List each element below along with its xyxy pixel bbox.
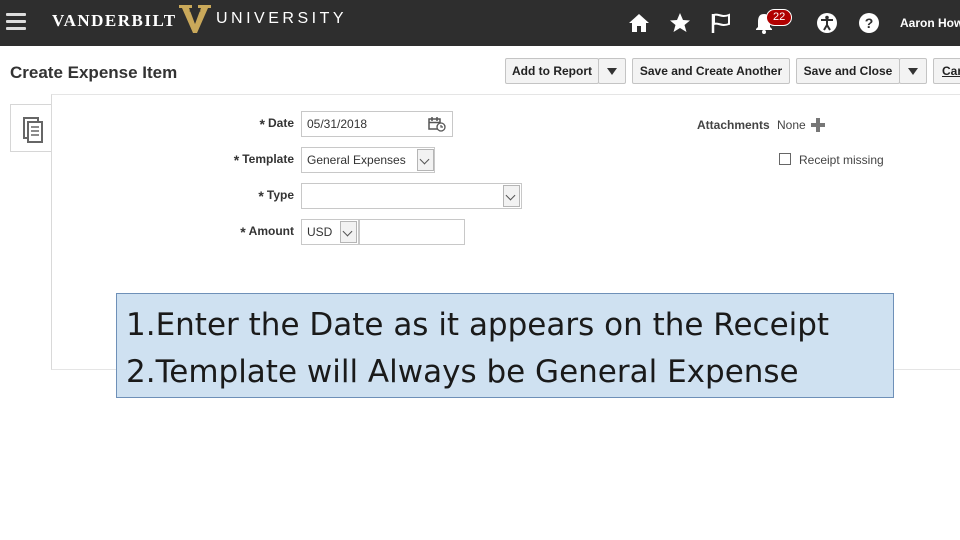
side-tab[interactable] — [10, 104, 52, 152]
page-title: Create Expense Item — [10, 63, 178, 82]
home-icon[interactable] — [627, 11, 651, 35]
amount-label: * Amount — [240, 224, 294, 240]
date-label: * Date — [259, 116, 294, 132]
add-to-report-menu-button[interactable] — [598, 58, 626, 84]
chevron-down-icon — [505, 190, 516, 201]
type-label: * Type — [258, 188, 294, 204]
chevron-down-icon — [342, 226, 353, 237]
save-and-close-button[interactable]: Save and Close — [796, 58, 900, 84]
type-dropdown-button[interactable] — [503, 185, 520, 207]
template-dropdown-button[interactable] — [417, 149, 434, 171]
date-value: 05/31/2018 — [307, 117, 368, 131]
cancel-button[interactable]: Can — [933, 58, 960, 84]
amount-input[interactable] — [359, 219, 465, 245]
chevron-down-icon — [419, 154, 430, 165]
chevron-down-icon — [908, 68, 918, 76]
chevron-down-icon — [607, 68, 617, 76]
currency-value: USD — [307, 225, 333, 239]
add-attachment-icon[interactable] — [811, 118, 825, 132]
template-label: * Template — [233, 152, 294, 168]
receipt-missing-label[interactable]: Receipt missing — [799, 153, 884, 167]
instruction-line-2: 2.Template will Always be General Expens… — [126, 354, 799, 390]
type-select[interactable] — [301, 183, 522, 209]
save-and-close-menu-button[interactable] — [899, 58, 927, 84]
attachments-value: None — [777, 118, 806, 132]
document-icon — [23, 117, 43, 143]
template-value: General Expenses — [307, 153, 406, 167]
brand-name-left: VANDERBILT — [52, 11, 177, 30]
attachments-label: Attachments — [697, 118, 770, 132]
currency-dropdown-button[interactable] — [340, 221, 357, 243]
top-navigation-bar: VANDERBILT UNIVERSITY 22 ? Aaron How — [0, 0, 960, 46]
save-and-create-another-button[interactable]: Save and Create Another — [632, 58, 790, 84]
svg-text:?: ? — [865, 15, 874, 31]
notification-badge[interactable]: 22 — [766, 9, 793, 26]
instruction-callout: 1.Enter the Date as it appears on the Re… — [116, 293, 894, 398]
help-icon[interactable]: ? — [857, 11, 881, 35]
add-to-report-button[interactable]: Add to Report — [505, 58, 599, 84]
receipt-missing-checkbox[interactable] — [779, 153, 791, 165]
calendar-icon[interactable] — [428, 116, 446, 132]
user-name[interactable]: Aaron How — [900, 16, 960, 30]
brand-name-right: UNIVERSITY — [216, 10, 348, 27]
template-select[interactable]: General Expenses — [301, 147, 435, 173]
instruction-line-1: 1.Enter the Date as it appears on the Re… — [126, 307, 830, 343]
flag-icon[interactable] — [709, 11, 733, 35]
star-icon[interactable] — [668, 11, 692, 35]
vanderbilt-logo — [179, 5, 211, 33]
accessibility-icon[interactable] — [815, 11, 839, 35]
menu-icon[interactable] — [6, 10, 26, 32]
